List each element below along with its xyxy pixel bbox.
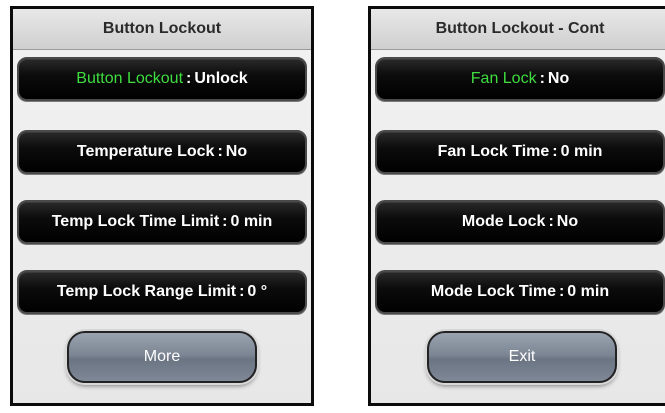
exit-button[interactable]: Exit	[427, 331, 617, 383]
setting-label: Button Lockout	[76, 70, 184, 87]
setting-value: No	[547, 70, 570, 87]
mode-lock-time-row[interactable]: Mode Lock Time:0 min	[375, 270, 665, 314]
setting-value: 0 °	[247, 283, 268, 300]
setting-value: No	[225, 143, 248, 160]
setting-value: Unlock	[194, 70, 248, 87]
setting-label: Mode Lock	[461, 213, 546, 230]
temp-lock-time-limit-row[interactable]: Temp Lock Time Limit:0 min	[17, 200, 307, 244]
setting-value: 0 min	[567, 283, 610, 300]
button-lockout-screen: Button Lockout Button Lockout: Unlock Tem…	[10, 6, 314, 406]
fan-lock-time-row[interactable]: Fan Lock Time:0 min	[375, 130, 665, 174]
setting-value: 0 min	[560, 143, 603, 160]
screen-title: Button Lockout - Cont	[371, 9, 665, 50]
setting-value: 0 min	[230, 213, 273, 230]
screen-title: Button Lockout	[13, 9, 311, 50]
temperature-lock-row[interactable]: Temperature Lock: No	[17, 130, 307, 174]
button-lockout-cont-screen: Button Lockout - Cont Fan Lock: No Fan Lo…	[368, 6, 665, 406]
mode-lock-row[interactable]: Mode Lock: No	[375, 200, 665, 244]
setting-label: Temp Lock Range Limit	[56, 283, 237, 300]
button-lockout-row[interactable]: Button Lockout: Unlock	[17, 57, 307, 101]
fan-lock-row[interactable]: Fan Lock: No	[375, 57, 665, 101]
setting-label: Fan Lock	[470, 70, 537, 87]
setting-label: Temperature Lock	[76, 143, 215, 160]
setting-label: Temp Lock Time Limit	[51, 213, 220, 230]
temp-lock-range-limit-row[interactable]: Temp Lock Range Limit:0 °	[17, 270, 307, 314]
setting-value: No	[556, 213, 579, 230]
setting-label: Mode Lock Time	[430, 283, 556, 300]
setting-label: Fan Lock Time	[437, 143, 550, 160]
more-button[interactable]: More	[67, 331, 257, 383]
